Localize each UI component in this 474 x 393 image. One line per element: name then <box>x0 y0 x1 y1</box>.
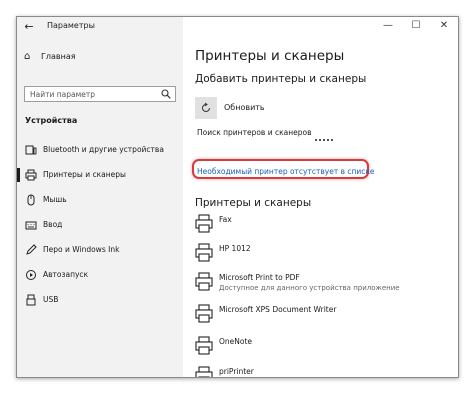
title-bar: ← Параметры <box>17 17 183 37</box>
sidebar-item-label: Перо и Windows Ink <box>43 245 120 254</box>
sidebar: ← Параметры ⌂ Главная Устройства Bluetoo… <box>17 17 183 377</box>
maximize-button[interactable]: ☐ <box>402 17 430 37</box>
refresh-icon <box>202 102 210 112</box>
sidebar-item-label: Принтеры и сканеры <box>43 170 126 179</box>
sidebar-item-label: Автозапуск <box>43 270 89 279</box>
printer-icon <box>195 336 213 355</box>
printer-name: Microsoft Print to PDF <box>219 273 300 282</box>
close-button[interactable]: ✕ <box>430 17 458 37</box>
printer-item[interactable]: Fax <box>195 213 445 239</box>
keyboard-icon <box>25 221 37 230</box>
printer-name: priPrinter <box>219 367 254 376</box>
home-icon: ⌂ <box>24 51 31 62</box>
search-box[interactable] <box>24 86 176 102</box>
home-label: Главная <box>41 52 76 61</box>
page-title: Принтеры и сканеры <box>195 48 345 64</box>
sidebar-item-label: USB <box>43 295 59 304</box>
printer-icon <box>195 214 213 233</box>
printer-item[interactable]: Microsoft Print to PDF Доступное для дан… <box>195 271 445 297</box>
printer-icon <box>195 304 213 323</box>
active-indicator <box>17 168 20 182</box>
printer-item[interactable]: HP 1012 <box>195 242 445 268</box>
add-printers-heading: Добавить принтеры и сканеры <box>195 73 367 85</box>
printer-not-listed-link[interactable]: Необходимый принтер отсутствует в списке <box>197 167 375 176</box>
printer-name: HP 1012 <box>219 244 251 253</box>
printer-subtitle: Доступное для данного устройства приложе… <box>219 284 400 292</box>
pen-icon <box>26 244 37 255</box>
home-link[interactable]: ⌂ Главная <box>24 50 174 64</box>
refresh-button[interactable] <box>195 97 217 119</box>
printer-icon <box>25 169 37 181</box>
sidebar-item-typing[interactable]: Ввод <box>17 214 183 236</box>
sidebar-item-autoplay[interactable]: Автозапуск <box>17 264 183 286</box>
search-status-text: Поиск принтеров и сканеров <box>197 128 312 137</box>
sidebar-item-mouse[interactable]: Мышь <box>17 189 183 211</box>
search-icon[interactable] <box>161 89 171 99</box>
refresh-label[interactable]: Обновить <box>224 103 265 112</box>
usb-icon <box>26 294 36 306</box>
printer-item[interactable]: priPrinter <box>195 365 445 377</box>
sidebar-item-pen[interactable]: Перо и Windows Ink <box>17 239 183 261</box>
printers-list-heading: Принтеры и сканеры <box>195 197 312 209</box>
settings-window: ← Параметры ⌂ Главная Устройства Bluetoo… <box>16 16 459 378</box>
sidebar-item-printers[interactable]: Принтеры и сканеры <box>17 164 183 186</box>
main-content: — ☐ ✕ Принтеры и сканеры Добавить принте… <box>183 17 458 377</box>
printer-item[interactable]: OneNote <box>195 335 445 361</box>
printer-icon <box>195 243 213 262</box>
progress-dots <box>315 139 345 143</box>
printer-name: Fax <box>219 215 232 224</box>
sidebar-item-label: Мышь <box>43 195 67 204</box>
window-title: Параметры <box>47 21 95 30</box>
minimize-button[interactable]: — <box>374 17 402 37</box>
mouse-icon <box>27 194 35 206</box>
printer-icon <box>195 366 213 377</box>
sidebar-item-usb[interactable]: USB <box>17 289 183 311</box>
printer-icon <box>195 272 213 291</box>
search-input[interactable] <box>25 87 155 101</box>
printer-name: OneNote <box>219 337 253 346</box>
bluetooth-icon <box>25 145 37 155</box>
sidebar-item-bluetooth[interactable]: Bluetooth и другие устройства <box>17 139 183 161</box>
section-label-devices: Устройства <box>25 116 78 125</box>
printer-name: Microsoft XPS Document Writer <box>219 305 337 314</box>
sidebar-item-label: Ввод <box>43 220 63 229</box>
autoplay-icon <box>26 270 36 280</box>
printer-item[interactable]: Microsoft XPS Document Writer <box>195 303 445 329</box>
sidebar-item-label: Bluetooth и другие устройства <box>43 145 164 154</box>
back-button[interactable]: ← <box>21 19 37 35</box>
